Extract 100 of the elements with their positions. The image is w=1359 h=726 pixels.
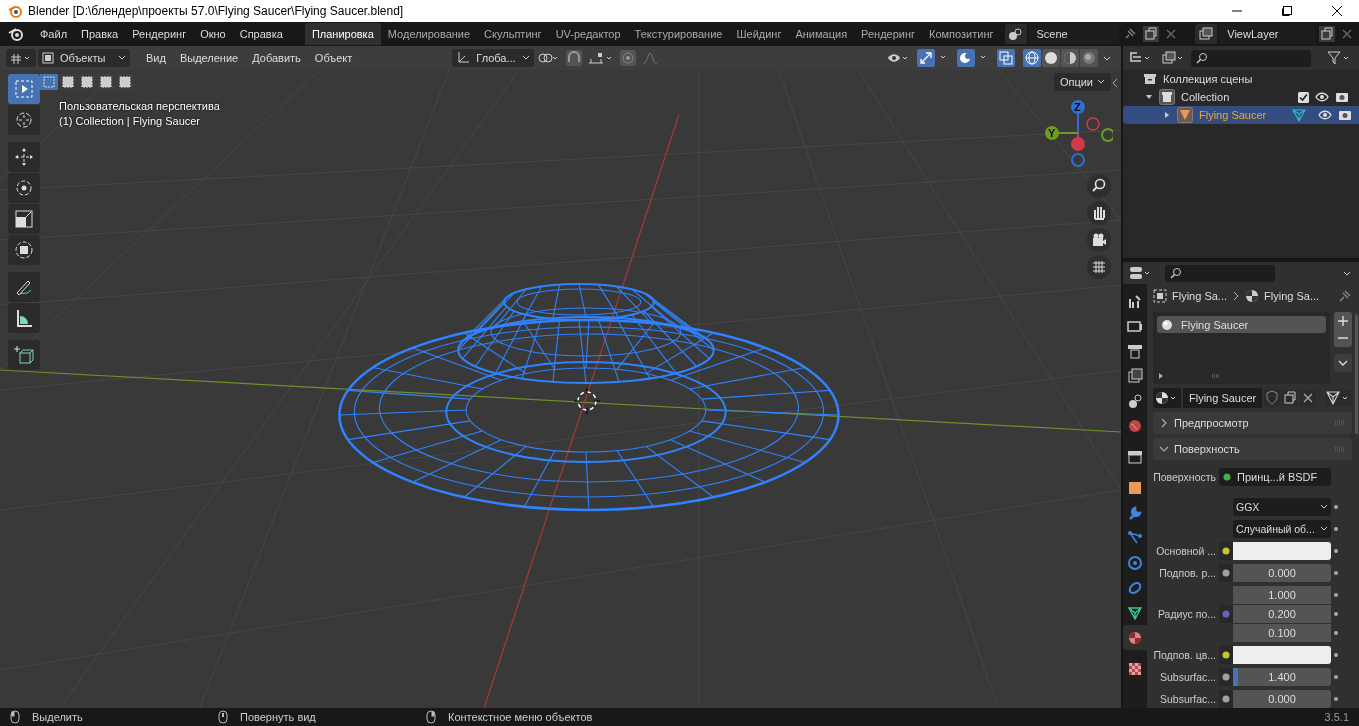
snap-target-icon[interactable]: [587, 51, 614, 65]
close-icon[interactable]: [1331, 5, 1343, 17]
tool-button[interactable]: [8, 303, 40, 333]
close-icon[interactable]: [1300, 390, 1317, 406]
axis-gizmo-drawing[interactable]: [1043, 98, 1113, 168]
resize-handle-icon[interactable]: [1210, 374, 1221, 378]
number-field[interactable]: 0.100: [1233, 624, 1331, 642]
copy-icon[interactable]: [1282, 390, 1299, 406]
search-field[interactable]: [1165, 264, 1275, 282]
eye-icon[interactable]: [1315, 92, 1329, 102]
copy-icon[interactable]: [1319, 26, 1335, 42]
caret-icon[interactable]: [1334, 354, 1352, 372]
pivot-icon[interactable]: [537, 51, 560, 65]
keyframe-dot[interactable]: [1334, 505, 1338, 509]
pin-icon[interactable]: [1338, 289, 1352, 303]
workspace-tab[interactable]: Текстурирование: [627, 23, 730, 45]
shield-icon[interactable]: [1264, 390, 1281, 406]
keyframe-dot[interactable]: [1334, 697, 1338, 701]
snap-icon[interactable]: [565, 50, 582, 66]
eye-icon[interactable]: [1318, 110, 1333, 120]
workspace-tab[interactable]: Моделирование: [380, 23, 478, 45]
menu-item[interactable]: Справка: [233, 26, 289, 42]
selection-mode-icon[interactable]: [78, 74, 96, 90]
orientation-dropdown[interactable]: Глоба...: [452, 49, 534, 67]
keyframe-dot[interactable]: [1334, 612, 1338, 616]
tool-button[interactable]: [8, 105, 40, 135]
proportional-edit-icon[interactable]: [619, 50, 636, 66]
outliner-item[interactable]: Flying Saucer: [1123, 106, 1359, 124]
workspace-tab[interactable]: Шейдинг: [729, 23, 789, 45]
material-name-field[interactable]: Flying Saucer: [1183, 388, 1263, 408]
keyframe-dot[interactable]: [1334, 653, 1338, 657]
slider-field[interactable]: 1.400: [1233, 668, 1331, 686]
socket-dot[interactable]: [1222, 610, 1230, 618]
panel-header[interactable]: Поверхность: [1153, 438, 1352, 460]
socket-dot[interactable]: [1222, 651, 1230, 659]
rendered-shading-icon[interactable]: [1080, 49, 1098, 67]
number-field[interactable]: 0.000: [1233, 690, 1331, 708]
shader-dropdown[interactable]: Принц...й BSDF: [1219, 468, 1331, 486]
options-dropdown[interactable]: Опции: [1053, 73, 1111, 91]
tool-button[interactable]: [8, 204, 40, 234]
wire-shading-icon[interactable]: [1023, 49, 1041, 67]
view-layer-field[interactable]: ViewLayer: [1219, 24, 1315, 44]
material-slot[interactable]: Flying Saucer: [1157, 316, 1326, 333]
solid-shading-icon[interactable]: [1042, 49, 1060, 67]
material-browse-button[interactable]: [1153, 388, 1181, 408]
camera-icon[interactable]: [1087, 228, 1111, 252]
keyframe-dot[interactable]: [1334, 593, 1338, 597]
number-field[interactable]: 1.000: [1233, 586, 1331, 604]
breadcrumb-item[interactable]: Flying Sa...: [1264, 290, 1320, 302]
sidebar-toggle-icon[interactable]: [1111, 78, 1119, 88]
selection-mode-icon[interactable]: [59, 74, 77, 90]
keyframe-dot[interactable]: [1334, 527, 1338, 531]
xray-icon[interactable]: [997, 49, 1015, 67]
menu-item[interactable]: Рендеринг: [126, 26, 193, 42]
menu-item[interactable]: Файл: [34, 26, 74, 42]
keyframe-dot[interactable]: [1334, 549, 1338, 553]
expand-icon[interactable]: [1157, 372, 1165, 380]
menu-item[interactable]: Правка: [75, 26, 125, 42]
menu-item[interactable]: Окно: [194, 26, 232, 42]
maximize-icon[interactable]: [1281, 5, 1293, 17]
workspace-tab[interactable]: Планировка: [304, 23, 381, 45]
dropdown[interactable]: Случайный об...: [1233, 520, 1331, 538]
tool-button[interactable]: [8, 272, 40, 302]
menu-item[interactable]: Объект: [308, 50, 359, 66]
number-field[interactable]: 0.000: [1233, 564, 1331, 582]
camera-icon[interactable]: [1338, 109, 1353, 121]
camera-icon[interactable]: [1335, 91, 1349, 103]
search-field[interactable]: [1191, 49, 1311, 67]
mode-dropdown[interactable]: Объекты: [38, 49, 130, 67]
scene-field[interactable]: Scene: [1028, 24, 1120, 44]
keyframe-dot[interactable]: [1334, 631, 1338, 635]
tool-button[interactable]: [8, 173, 40, 203]
workspace-tab[interactable]: Рендеринг: [854, 23, 923, 45]
mesh-data-icon[interactable]: [1326, 390, 1352, 406]
expand-icon[interactable]: [1163, 111, 1171, 119]
tool-button[interactable]: [8, 235, 40, 265]
material-shading-icon[interactable]: [1061, 49, 1079, 67]
breadcrumb-item[interactable]: Flying Sa...: [1172, 290, 1228, 302]
copy-icon[interactable]: [1143, 26, 1160, 42]
socket-dot[interactable]: [1222, 547, 1230, 555]
material-tab[interactable]: [1123, 625, 1147, 650]
hand-icon[interactable]: [1087, 201, 1111, 225]
pin-icon[interactable]: [1123, 27, 1138, 41]
selection-mode-icon[interactable]: [97, 74, 115, 90]
dropdown[interactable]: GGX: [1233, 498, 1331, 516]
add-icon[interactable]: [1334, 312, 1352, 348]
color-swatch[interactable]: [1233, 646, 1331, 664]
menu-item[interactable]: Добавить: [246, 50, 307, 66]
color-swatch[interactable]: [1233, 542, 1331, 560]
zoom-icon[interactable]: [1087, 174, 1111, 198]
workspace-tab[interactable]: Композитинг: [922, 23, 1001, 45]
scene-type-dropdown[interactable]: [1004, 24, 1027, 44]
menu-item[interactable]: Вид: [140, 50, 172, 66]
workspace-tab[interactable]: UV-редактор: [548, 23, 628, 45]
socket-dot[interactable]: [1222, 695, 1230, 703]
number-field[interactable]: 0.200: [1233, 605, 1331, 623]
outliner-item[interactable]: Коллекция сцены: [1123, 70, 1359, 88]
socket-dot[interactable]: [1222, 673, 1230, 681]
menu-item[interactable]: Выделение: [173, 50, 245, 66]
keyframe-dot[interactable]: [1334, 675, 1338, 679]
